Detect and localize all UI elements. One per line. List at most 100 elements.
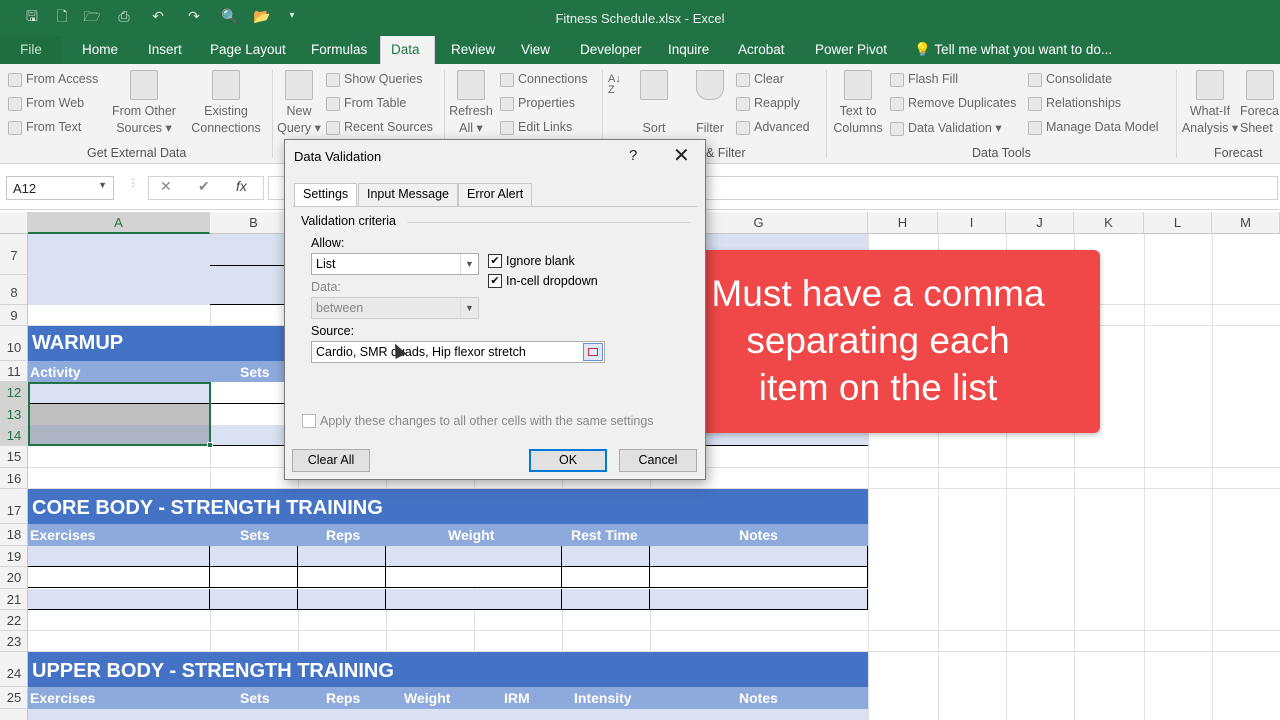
row-header[interactable]: 19 bbox=[0, 546, 28, 567]
row-header[interactable]: 21 bbox=[0, 589, 28, 610]
from-table-button[interactable]: From Table bbox=[326, 96, 406, 111]
tab-input-message[interactable]: Input Message bbox=[358, 183, 458, 206]
manage-data-model-button[interactable]: Manage Data Model bbox=[1028, 120, 1159, 135]
table-cell[interactable] bbox=[562, 546, 650, 567]
insert-function-icon[interactable]: fx bbox=[236, 178, 247, 194]
row-header[interactable]: 22 bbox=[0, 610, 28, 631]
table-cell[interactable] bbox=[210, 567, 298, 588]
connections-button[interactable]: Connections bbox=[500, 72, 588, 87]
reapply-button[interactable]: Reapply bbox=[736, 96, 800, 111]
ignore-blank-checkbox[interactable]: ✔ bbox=[488, 254, 502, 268]
column-header[interactable]: L bbox=[1144, 212, 1212, 234]
enter-formula-icon[interactable]: ✔ bbox=[198, 178, 210, 195]
select-all-corner[interactable] bbox=[0, 212, 28, 234]
table-cell[interactable] bbox=[386, 589, 562, 610]
flash-fill-button[interactable]: Flash Fill bbox=[890, 72, 958, 87]
sort-az-icon[interactable]: A↓ Z bbox=[608, 74, 621, 96]
table-cell[interactable] bbox=[28, 567, 210, 588]
existing-connections-button[interactable]: Existing Connections bbox=[186, 70, 266, 137]
chevron-down-icon[interactable]: ▼ bbox=[98, 180, 107, 190]
tab-insert[interactable]: Insert bbox=[138, 36, 192, 64]
table-cell[interactable] bbox=[298, 567, 386, 588]
chevron-down-icon[interactable]: ▼ bbox=[460, 254, 478, 274]
row-header[interactable]: 17 bbox=[0, 489, 28, 524]
column-header[interactable]: H bbox=[868, 212, 938, 234]
tell-me-box[interactable]: 💡 Tell me what you want to do... bbox=[904, 36, 1122, 64]
cancel-button[interactable]: Cancel bbox=[619, 449, 697, 472]
tab-acrobat[interactable]: Acrobat bbox=[728, 36, 795, 64]
column-header[interactable]: A bbox=[28, 212, 210, 234]
row-header[interactable]: 7 bbox=[0, 234, 28, 275]
tab-inquire[interactable]: Inquire bbox=[658, 36, 719, 64]
table-cell[interactable] bbox=[28, 589, 210, 610]
clear-button[interactable]: Clear bbox=[736, 72, 784, 87]
in-cell-dropdown-checkbox[interactable]: ✔ bbox=[488, 274, 502, 288]
column-header[interactable]: J bbox=[1006, 212, 1074, 234]
row-header[interactable]: 12 bbox=[0, 382, 28, 404]
filter-button[interactable]: Filter bbox=[688, 70, 732, 137]
ok-button[interactable]: OK bbox=[529, 449, 607, 472]
table-cell[interactable] bbox=[562, 589, 650, 610]
new-query-button[interactable]: New Query ▾ bbox=[276, 70, 322, 137]
cancel-formula-icon[interactable]: ✕ bbox=[160, 178, 172, 195]
consolidate-button[interactable]: Consolidate bbox=[1028, 72, 1112, 87]
column-header[interactable]: M bbox=[1212, 212, 1280, 234]
row-header[interactable]: 15 bbox=[0, 446, 28, 468]
row-header[interactable]: 9 bbox=[0, 305, 28, 326]
table-cell[interactable] bbox=[650, 589, 868, 610]
row-header[interactable]: 24 bbox=[0, 652, 28, 687]
table-cell[interactable] bbox=[210, 546, 298, 567]
row-header[interactable]: 23 bbox=[0, 631, 28, 652]
tab-developer[interactable]: Developer bbox=[570, 36, 652, 64]
row-header[interactable]: 10 bbox=[0, 326, 28, 361]
properties-button[interactable]: Properties bbox=[500, 96, 575, 111]
source-input[interactable]: Cardio, SMR quads, Hip flexor stretch bbox=[311, 341, 605, 363]
tab-settings[interactable]: Settings bbox=[294, 183, 358, 207]
row-header[interactable]: 14 bbox=[0, 425, 28, 446]
apply-all-checkbox[interactable] bbox=[302, 414, 316, 428]
tab-view[interactable]: View bbox=[511, 36, 560, 64]
table-cell[interactable] bbox=[386, 546, 562, 567]
refresh-all-button[interactable]: Refresh All ▾ bbox=[448, 70, 494, 137]
clear-all-button[interactable]: Clear All bbox=[292, 449, 370, 472]
what-if-analysis-button[interactable]: What-If Analysis ▾ bbox=[1180, 70, 1240, 137]
tab-review[interactable]: Review bbox=[441, 36, 505, 64]
from-other-sources-button[interactable]: From Other Sources ▾ bbox=[104, 70, 184, 137]
table-cell[interactable] bbox=[298, 546, 386, 567]
table-cell[interactable] bbox=[298, 589, 386, 610]
from-web-button[interactable]: From Web bbox=[8, 96, 84, 111]
tab-page-layout[interactable]: Page Layout bbox=[200, 36, 296, 64]
table-row[interactable] bbox=[28, 589, 868, 610]
data-validation-button[interactable]: Data Validation ▾ bbox=[890, 120, 1002, 136]
column-header[interactable]: K bbox=[1074, 212, 1144, 234]
row-header[interactable]: 13 bbox=[0, 404, 28, 425]
row-header[interactable]: 18 bbox=[0, 524, 28, 546]
tab-error-alert[interactable]: Error Alert bbox=[458, 183, 533, 206]
row-header[interactable]: 8 bbox=[0, 275, 28, 305]
recent-sources-button[interactable]: Recent Sources bbox=[326, 120, 433, 135]
show-queries-button[interactable]: Show Queries bbox=[326, 72, 423, 87]
tab-power-pivot[interactable]: Power Pivot bbox=[805, 36, 897, 64]
row-header[interactable]: 20 bbox=[0, 567, 28, 589]
fill-handle[interactable] bbox=[207, 442, 213, 448]
table-cell[interactable] bbox=[650, 567, 868, 588]
column-header[interactable]: I bbox=[938, 212, 1006, 234]
from-access-button[interactable]: From Access bbox=[8, 72, 98, 87]
table-cell[interactable] bbox=[210, 589, 298, 610]
help-icon[interactable]: ? bbox=[629, 147, 637, 164]
row-header[interactable]: 16 bbox=[0, 468, 28, 489]
table-cell[interactable] bbox=[386, 567, 562, 588]
tab-file[interactable]: File bbox=[0, 36, 62, 64]
from-text-button[interactable]: From Text bbox=[8, 120, 81, 135]
advanced-button[interactable]: Advanced bbox=[736, 120, 810, 135]
close-icon[interactable]: ✕ bbox=[673, 143, 690, 168]
tab-data[interactable]: Data bbox=[380, 36, 435, 64]
table-cell[interactable] bbox=[562, 567, 650, 588]
relationships-button[interactable]: Relationships bbox=[1028, 96, 1121, 111]
collapse-dialog-icon[interactable] bbox=[583, 343, 603, 361]
name-box[interactable]: A12 ▼ bbox=[6, 176, 114, 200]
allow-select[interactable]: List ▼ bbox=[311, 253, 479, 275]
table-row[interactable] bbox=[28, 709, 868, 720]
remove-duplicates-button[interactable]: Remove Duplicates bbox=[890, 96, 1016, 111]
table-row[interactable] bbox=[28, 546, 868, 567]
